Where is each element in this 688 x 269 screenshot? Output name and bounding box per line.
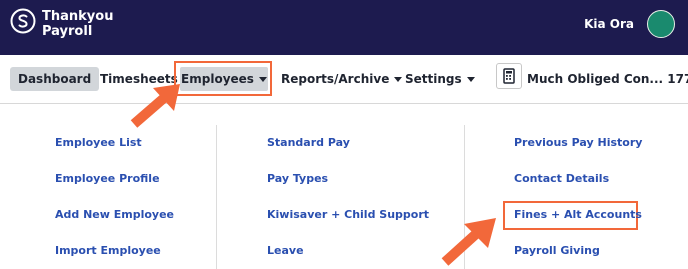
menu-add-new-employee[interactable]: Add New Employee bbox=[55, 207, 174, 223]
menu-previous-pay-history[interactable]: Previous Pay History bbox=[514, 135, 642, 151]
greeting: Kia Ora bbox=[584, 17, 634, 31]
nav-dashboard[interactable]: Dashboard bbox=[10, 67, 100, 91]
nav-employees-label: Employees bbox=[181, 72, 254, 86]
calculator-icon bbox=[503, 68, 515, 84]
brand-name: Thankyou Payroll bbox=[42, 9, 113, 39]
menu-employee-list[interactable]: Employee List bbox=[55, 135, 142, 151]
menu-employee-profile[interactable]: Employee Profile bbox=[55, 171, 160, 187]
menu-contact-details[interactable]: Contact Details bbox=[514, 171, 609, 187]
menu-pay-types[interactable]: Pay Types bbox=[267, 171, 328, 187]
nav-employees[interactable]: Employees bbox=[180, 67, 268, 91]
menu-kiwisaver-child-support[interactable]: Kiwisaver + Child Support bbox=[267, 207, 429, 223]
company-calculator-icon[interactable] bbox=[496, 63, 522, 89]
caret-down-icon bbox=[466, 77, 475, 82]
nav-settings-label: Settings bbox=[405, 72, 462, 86]
menu-fines-alt-accounts[interactable]: Fines + Alt Accounts bbox=[514, 207, 642, 223]
annotation-arrow-icon bbox=[130, 84, 180, 128]
column-divider bbox=[216, 125, 217, 269]
brand-line-2: Payroll bbox=[42, 24, 93, 39]
caret-down-icon bbox=[258, 77, 267, 82]
thankyou-logo-icon[interactable] bbox=[10, 8, 36, 34]
nav-dashboard-label: Dashboard bbox=[18, 72, 92, 86]
nav-reports-label: Reports/Archive bbox=[281, 72, 390, 86]
main-nav: Dashboard Timesheets Employees Reports/A… bbox=[0, 55, 688, 104]
company-selector[interactable]: Much Obliged Con... 17768 bbox=[527, 67, 688, 91]
avatar[interactable] bbox=[647, 10, 675, 38]
brand-line-1: Thankyou bbox=[42, 9, 114, 24]
nav-settings[interactable]: Settings bbox=[405, 67, 475, 91]
menu-standard-pay[interactable]: Standard Pay bbox=[267, 135, 350, 151]
menu-payroll-giving[interactable]: Payroll Giving bbox=[514, 243, 600, 259]
nav-reports[interactable]: Reports/Archive bbox=[281, 67, 403, 91]
menu-leave[interactable]: Leave bbox=[267, 243, 304, 259]
menu-import-employee[interactable]: Import Employee bbox=[55, 243, 161, 259]
annotation-arrow-icon bbox=[441, 218, 496, 266]
caret-down-icon bbox=[394, 77, 403, 82]
top-bar: Thankyou Payroll Kia Ora bbox=[0, 0, 688, 55]
